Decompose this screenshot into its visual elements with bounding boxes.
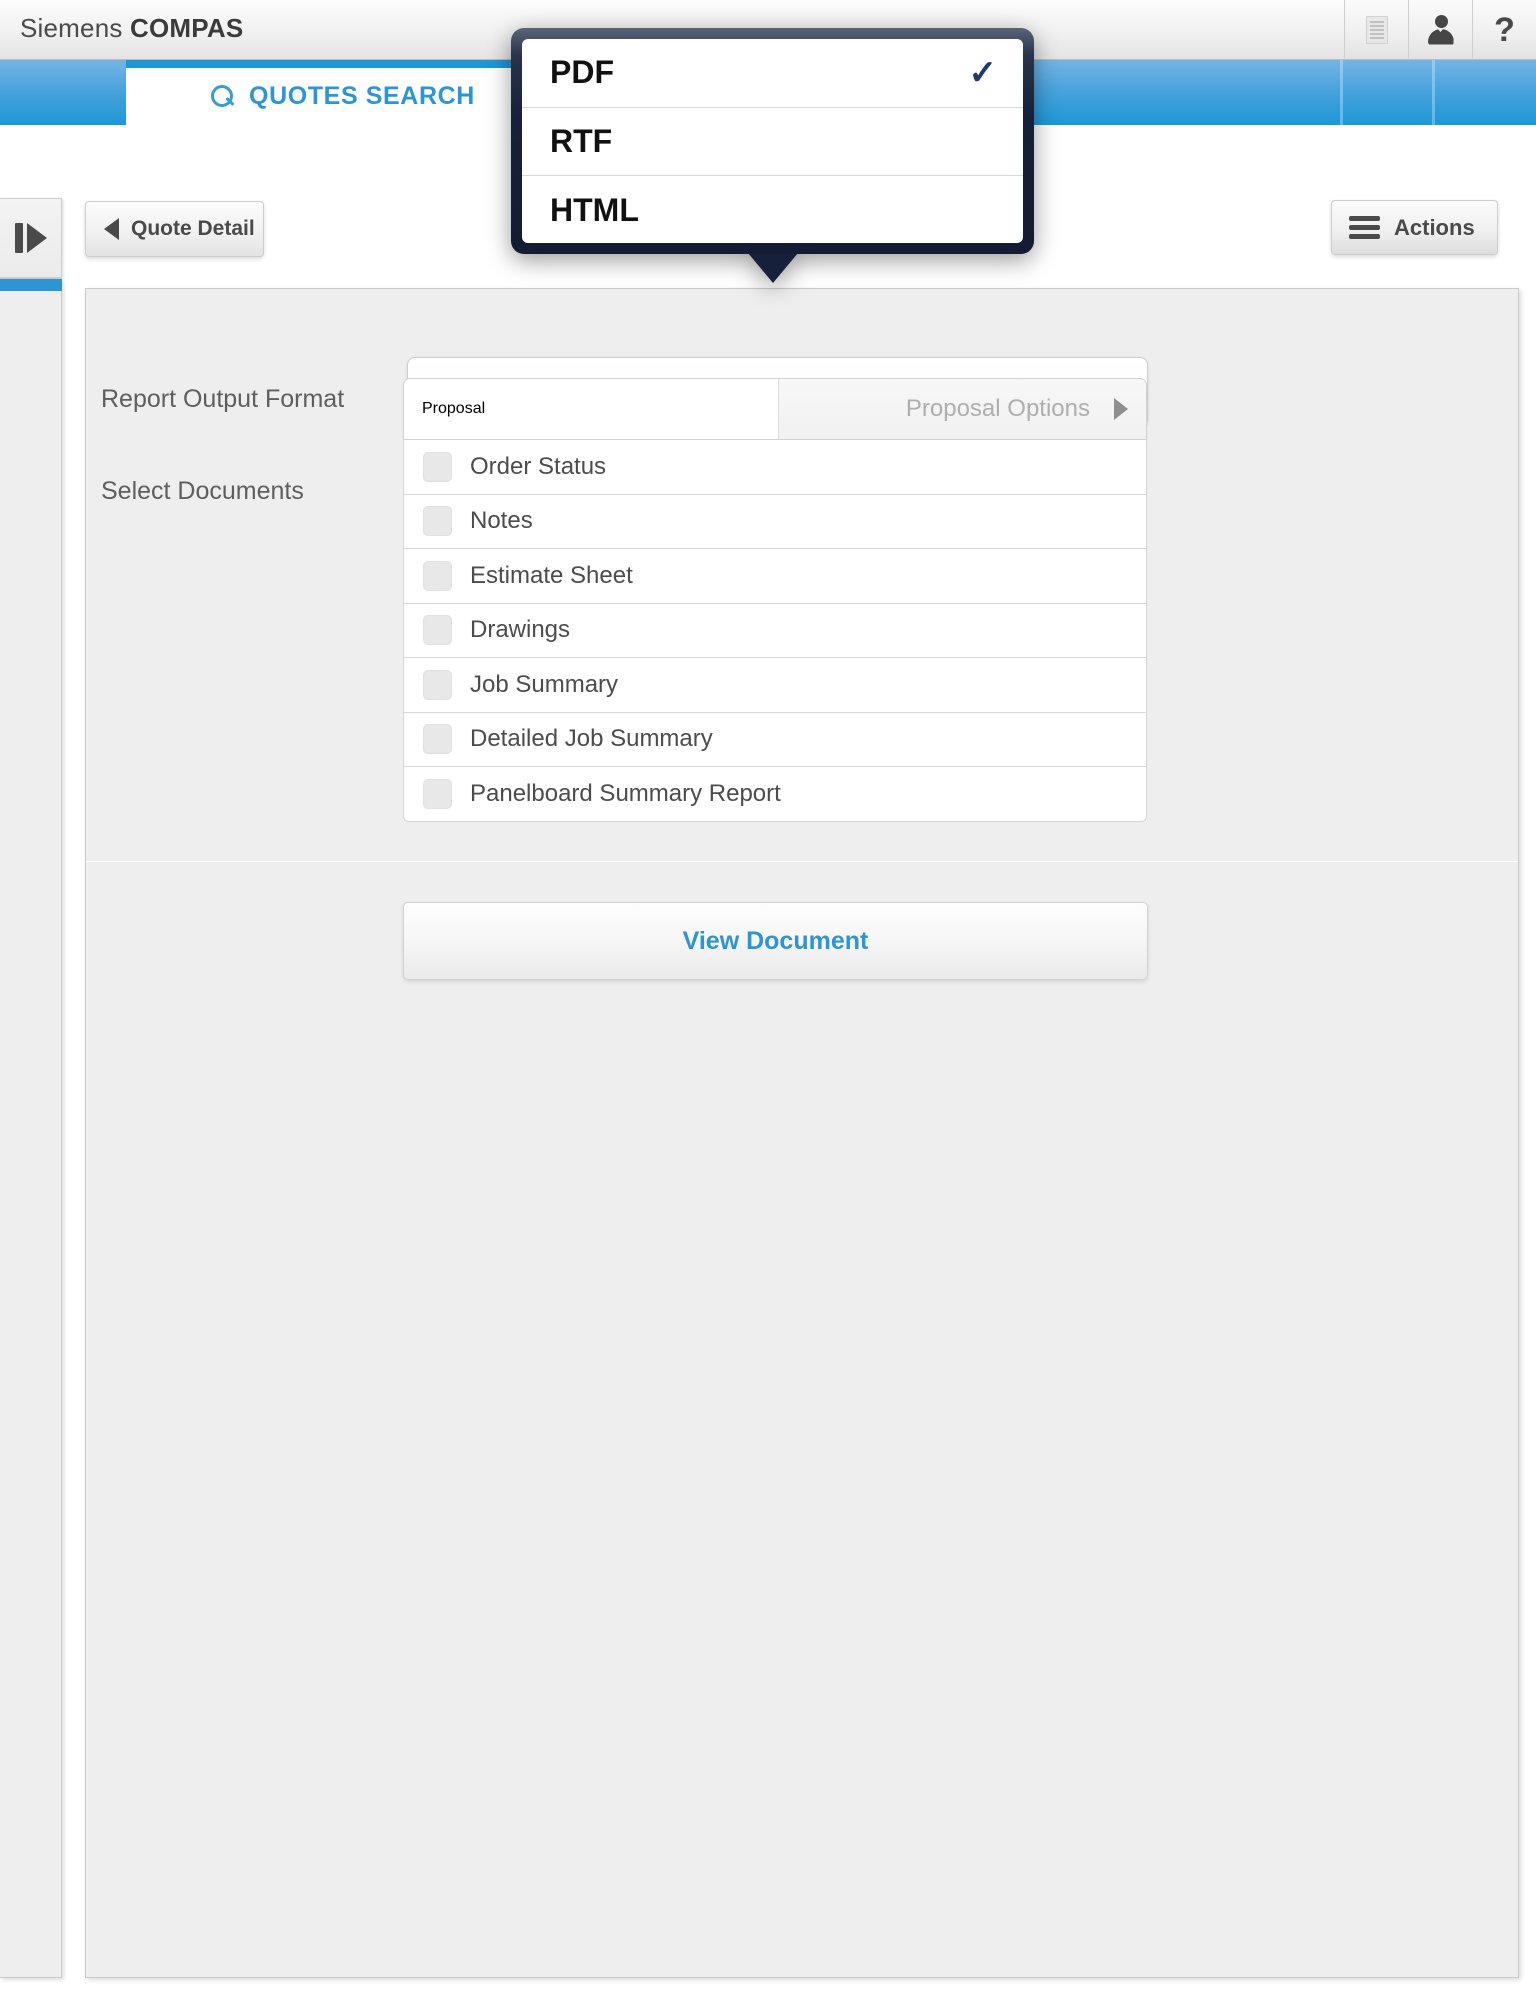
list-item[interactable]: Notes: [403, 494, 1147, 549]
dropdown-option-label: HTML: [550, 191, 639, 228]
list-item-label: Order Status: [470, 452, 607, 480]
select-documents-label: Select Documents: [101, 477, 304, 505]
checkbox-detailed-job-summary[interactable]: [423, 724, 452, 755]
tab-separator: [1340, 60, 1343, 125]
checkbox-order-status[interactable]: [423, 451, 452, 482]
chevron-right-icon: [1114, 398, 1128, 420]
checkbox-estimate-sheet[interactable]: [423, 560, 452, 591]
proposal-options-label: Proposal Options: [905, 395, 1090, 422]
list-item[interactable]: Drawings: [403, 603, 1147, 658]
page-title: Siemens COMPAS: [20, 13, 243, 44]
side-rail-accent-bar: [0, 279, 62, 291]
user-icon: [1427, 14, 1455, 45]
checkbox-notes[interactable]: [423, 506, 452, 537]
header-icon-group: ?: [1344, 0, 1536, 59]
list-item-label: Job Summary: [470, 670, 619, 698]
sidebar-toggle-button[interactable]: [0, 198, 62, 278]
checkbox-drawings[interactable]: [423, 615, 452, 646]
search-icon: [211, 84, 235, 110]
document-list-icon-button[interactable]: [1344, 0, 1408, 59]
dropdown-option-rtf[interactable]: RTF: [522, 108, 1023, 176]
panel-expand-icon: [14, 221, 47, 255]
checkbox-panelboard-summary-report[interactable]: [423, 778, 452, 809]
section-divider: [86, 861, 1518, 862]
dropdown-option-pdf[interactable]: PDF ✓: [522, 39, 1023, 108]
quote-detail-back-button[interactable]: Quote Detail: [85, 201, 264, 257]
list-item[interactable]: Panelboard Summary Report: [403, 767, 1147, 822]
report-format-dropdown-popup: PDF ✓ RTF HTML: [511, 28, 1034, 283]
checkmark-icon: ✓: [968, 53, 998, 92]
list-item-label: Notes: [470, 507, 533, 535]
actions-button-label: Actions: [1394, 214, 1475, 240]
list-item[interactable]: Detailed Job Summary: [403, 712, 1147, 767]
help-icon: ?: [1494, 10, 1515, 49]
popup-frame: PDF ✓ RTF HTML: [511, 28, 1034, 254]
list-item[interactable]: Proposal Proposal Options: [403, 378, 1147, 440]
help-icon-button[interactable]: ?: [1472, 0, 1536, 59]
list-item-label: Estimate Sheet: [470, 561, 633, 589]
report-format-label: Report Output Format: [101, 385, 345, 413]
dropdown-option-label: RTF: [550, 122, 613, 159]
tab-quotes-search[interactable]: QUOTES SEARCH: [126, 60, 560, 125]
header-title-bold: COMPAS: [129, 13, 244, 43]
list-item-label: Proposal: [422, 400, 486, 417]
select-documents-list: Proposal Proposal Options Order Status N…: [403, 378, 1147, 822]
dropdown-option-html[interactable]: HTML: [522, 176, 1023, 243]
popup-options-list: PDF ✓ RTF HTML: [522, 39, 1023, 243]
tab-quotes-search-label: QUOTES SEARCH: [249, 82, 475, 110]
dropdown-option-label: PDF: [550, 54, 614, 91]
list-item[interactable]: Job Summary: [403, 658, 1147, 713]
hamburger-menu-icon: [1349, 216, 1380, 239]
main-content-panel: Report Output Format PDF Select Document…: [85, 288, 1519, 1978]
proposal-options-button[interactable]: Proposal Options: [778, 379, 1146, 439]
app-root: Siemens COMPAS ? QUOTES SEARCH Quote Det…: [0, 0, 1536, 2003]
list-item-label: Panelboard Summary Report: [470, 779, 781, 807]
list-item[interactable]: Estimate Sheet: [403, 549, 1147, 604]
list-item-label: Drawings: [470, 616, 571, 644]
checkbox-job-summary[interactable]: [423, 669, 452, 700]
chevron-left-icon: [104, 218, 119, 240]
view-document-button[interactable]: View Document: [403, 902, 1148, 980]
list-item-label: Detailed Job Summary: [470, 725, 713, 753]
header-title-prefix: Siemens: [20, 13, 130, 43]
quote-detail-back-label: Quote Detail: [131, 217, 255, 240]
tab-separator: [1432, 60, 1435, 125]
document-list-icon: [1365, 15, 1388, 44]
actions-button[interactable]: Actions: [1331, 200, 1498, 255]
list-item[interactable]: Order Status: [403, 440, 1147, 495]
user-icon-button[interactable]: [1408, 0, 1472, 59]
view-document-label: View Document: [682, 926, 869, 955]
left-side-rail[interactable]: [0, 278, 62, 1978]
